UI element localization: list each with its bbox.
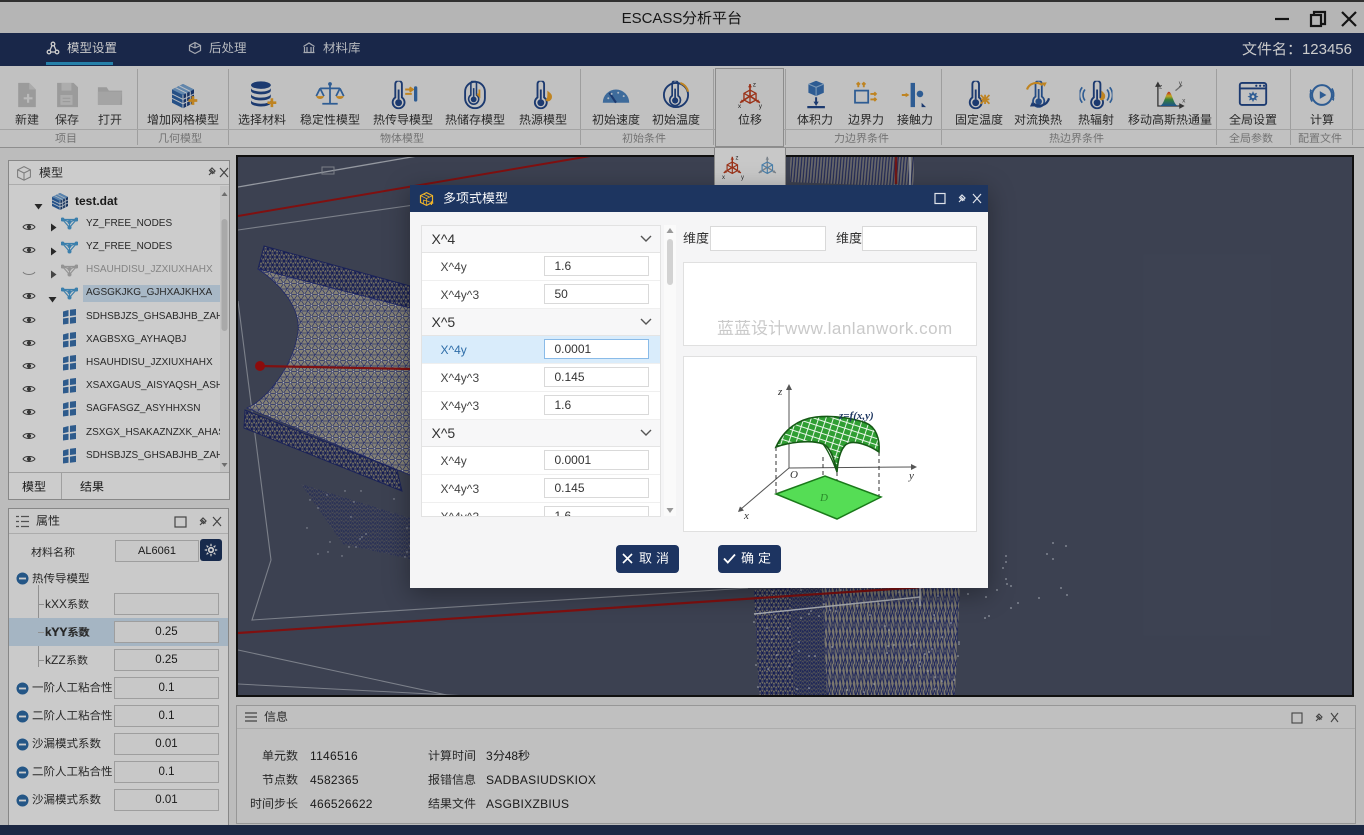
svg-text:z: z [777, 386, 783, 398]
svg-text:D: D [819, 492, 828, 504]
svg-text:z=f(x,y): z=f(x,y) [838, 410, 874, 422]
svg-text:x: x [743, 510, 749, 522]
svg-text:O: O [790, 469, 798, 481]
svg-text:y: y [908, 470, 914, 482]
